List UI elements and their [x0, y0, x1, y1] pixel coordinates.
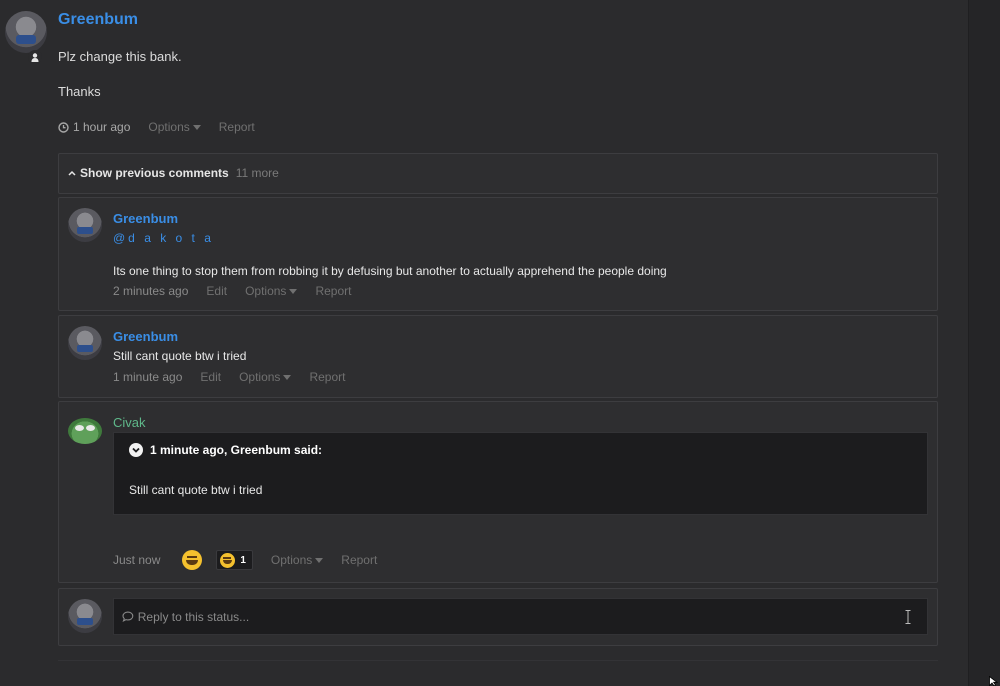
divider — [58, 660, 938, 661]
post-text-line: Thanks — [58, 84, 101, 99]
comment-text: Its one thing to stop them from robbing … — [113, 264, 667, 278]
options-label: Options — [239, 370, 281, 384]
comment-timestamp[interactable]: Just now — [113, 553, 160, 567]
edit-link[interactable]: Edit — [200, 370, 221, 384]
avatar[interactable] — [68, 418, 102, 444]
comment-count: 11 more — [235, 166, 279, 180]
comment: Civak 1 minute ago, Greenbum said: Still… — [58, 401, 938, 583]
clock-icon — [58, 121, 69, 133]
text-cursor-icon — [905, 610, 911, 624]
avatar — [68, 599, 102, 633]
options-label: Options — [245, 284, 287, 298]
comment-author[interactable]: Civak — [113, 415, 146, 430]
caret-down-icon — [192, 124, 201, 130]
comment-author[interactable]: Greenbum — [113, 211, 178, 226]
post-time-text: 1 hour ago — [73, 120, 131, 134]
report-link[interactable]: Report — [219, 120, 255, 134]
report-link[interactable]: Report — [341, 553, 377, 567]
show-previous-comments[interactable]: Show previous comments 11 more — [58, 153, 938, 194]
post-meta: 1 hour ago Options Report — [58, 120, 255, 134]
reply-field[interactable] — [113, 598, 928, 635]
comment: Greenbum Still cant quote btw i tried 1 … — [58, 315, 938, 398]
comment-icon — [122, 611, 134, 622]
options-dropdown[interactable]: Options — [148, 120, 201, 134]
report-link[interactable]: Report — [309, 370, 345, 384]
grin-emoji-icon — [220, 552, 236, 568]
chevron-up-icon — [68, 170, 76, 176]
mouse-cursor-icon — [989, 676, 999, 686]
caret-down-icon — [315, 557, 324, 563]
caret-down-icon — [283, 374, 292, 380]
comment-text: Still cant quote btw i tried — [113, 349, 247, 363]
comment-author[interactable]: Greenbum — [113, 329, 178, 344]
quote-header-text: 1 minute ago, Greenbum said: — [150, 443, 323, 457]
page-divider — [968, 0, 969, 686]
options-dropdown[interactable]: Options — [239, 370, 292, 384]
reply-input[interactable] — [137, 609, 919, 624]
show-previous-label: Show previous comments — [80, 166, 229, 180]
post-text-line: Plz change this bank. — [58, 49, 182, 64]
avatar[interactable] — [68, 208, 102, 242]
options-dropdown[interactable]: Options — [270, 553, 324, 567]
comment-timestamp[interactable]: 1 minute ago — [113, 370, 182, 384]
options-dropdown[interactable]: Options — [245, 284, 298, 298]
caret-down-icon — [289, 288, 298, 294]
post-timestamp[interactable]: 1 hour ago — [58, 120, 130, 134]
grin-emoji-icon[interactable] — [182, 550, 203, 570]
right-sidebar-strip — [968, 0, 1000, 686]
quote-header[interactable]: 1 minute ago, Greenbum said: — [129, 443, 322, 457]
comment-timestamp[interactable]: 2 minutes ago — [113, 284, 188, 298]
user-icon — [28, 50, 42, 64]
chevron-down-icon — [129, 443, 143, 457]
reaction-count-badge[interactable]: 1 — [216, 550, 253, 570]
comment: Greenbum @d a k o t a Its one thing to s… — [58, 197, 938, 311]
avatar[interactable] — [68, 326, 102, 360]
edit-link[interactable]: Edit — [206, 284, 227, 298]
options-label: Options — [270, 553, 313, 567]
mention-link[interactable]: @d a k o t a — [113, 231, 214, 245]
avatar[interactable] — [5, 11, 47, 53]
report-link[interactable]: Report — [315, 284, 351, 298]
quote-text: Still cant quote btw i tried — [129, 483, 263, 497]
comment-meta: 2 minutes ago Edit Options Report — [113, 284, 351, 298]
quote-block: 1 minute ago, Greenbum said: Still cant … — [113, 432, 928, 515]
post-author[interactable]: Greenbum — [58, 11, 138, 29]
options-label: Options — [148, 120, 190, 134]
comment-meta: Just now 1 Options Report — [113, 550, 377, 570]
reply-container — [58, 588, 938, 646]
comment-meta: 1 minute ago Edit Options Report — [113, 370, 345, 384]
reaction-count: 1 — [240, 554, 246, 566]
